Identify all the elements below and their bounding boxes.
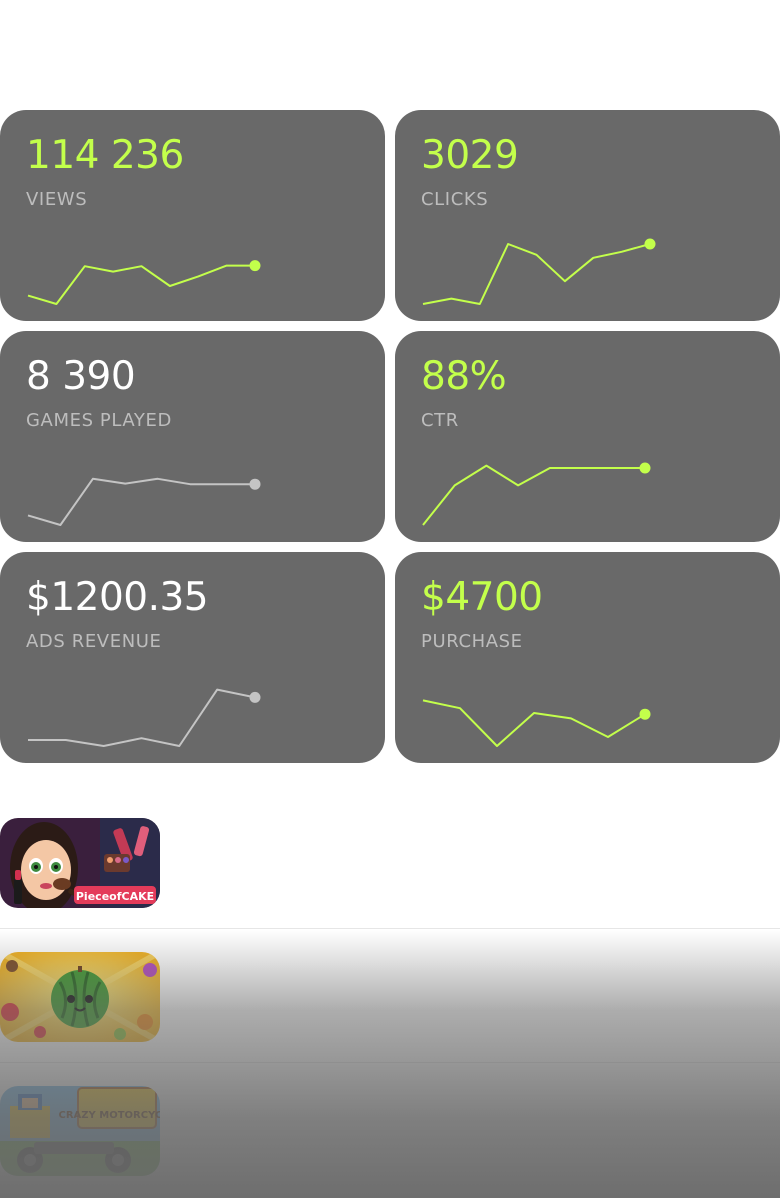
sparkline (28, 688, 261, 747)
stat-card-clicks[interactable]: 3029 CLICKS (395, 110, 780, 321)
sparkline-path (422, 464, 645, 526)
list-item[interactable]: PieceofCAKE Piece of Cake (0, 795, 780, 929)
game-thumbnail[interactable]: CRAZY MOTORCYCLE (0, 1086, 160, 1176)
game-title[interactable]: Crazy Motorcycle (182, 1120, 381, 1148)
sparkline (27, 477, 261, 526)
sparkline-end-dot (639, 708, 651, 720)
game-title[interactable]: Piece of Cake (182, 852, 338, 880)
sparkline (422, 238, 656, 305)
stats-grid: 114 236 VIEWS 3029 CLICKS 8 390 GAMES PL… (0, 110, 780, 763)
stat-card-ctr[interactable]: 88% CTR (395, 331, 780, 542)
sparkline-end-dot (249, 691, 261, 703)
sparkline (27, 260, 261, 305)
sparkline-end-dot (644, 238, 656, 250)
game-logo-text: CRAZY MOTORCYCLE (59, 1110, 161, 1121)
game-list: PieceofCAKE Piece of Cake Fruit Merge: J… (0, 795, 780, 1197)
game-logo-text: PieceofCAKE (76, 890, 154, 903)
girl-makeup-thumbnail-icon: PieceofCAKE (0, 818, 160, 908)
sparkline-path (28, 688, 256, 747)
list-item[interactable]: CRAZY MOTORCYCLE Crazy Motorcycle (0, 1063, 780, 1197)
game-thumbnail[interactable]: PieceofCAKE (0, 818, 160, 908)
sparkline-end-dot (639, 462, 651, 474)
game-thumbnail[interactable] (0, 952, 160, 1042)
sparkline-path (27, 477, 255, 526)
list-item[interactable]: Fruit Merge: Juicy Drop Game (0, 929, 780, 1063)
stat-card-ads-revenue[interactable]: $1200.35 ADS REVENUE (0, 552, 385, 763)
motorcycle-thumbnail-icon: CRAZY MOTORCYCLE (0, 1086, 160, 1176)
stat-card-purchase[interactable]: $4700 PURCHASE (395, 552, 780, 763)
stat-card-games-played[interactable]: 8 390 GAMES PLAYED (0, 331, 385, 542)
sparkline-end-dot (249, 478, 261, 490)
sparkline-path (422, 243, 651, 305)
stat-card-views[interactable]: 114 236 VIEWS (0, 110, 385, 321)
sparkline-end-dot (249, 260, 261, 272)
watermelon-thumbnail-icon (0, 952, 160, 1042)
game-title[interactable]: Fruit Merge: Juicy Drop Game (182, 986, 525, 1014)
sparkline-path (422, 699, 646, 747)
sparkline-path (27, 264, 255, 305)
sparkline (422, 462, 651, 526)
sparkline (422, 699, 651, 747)
